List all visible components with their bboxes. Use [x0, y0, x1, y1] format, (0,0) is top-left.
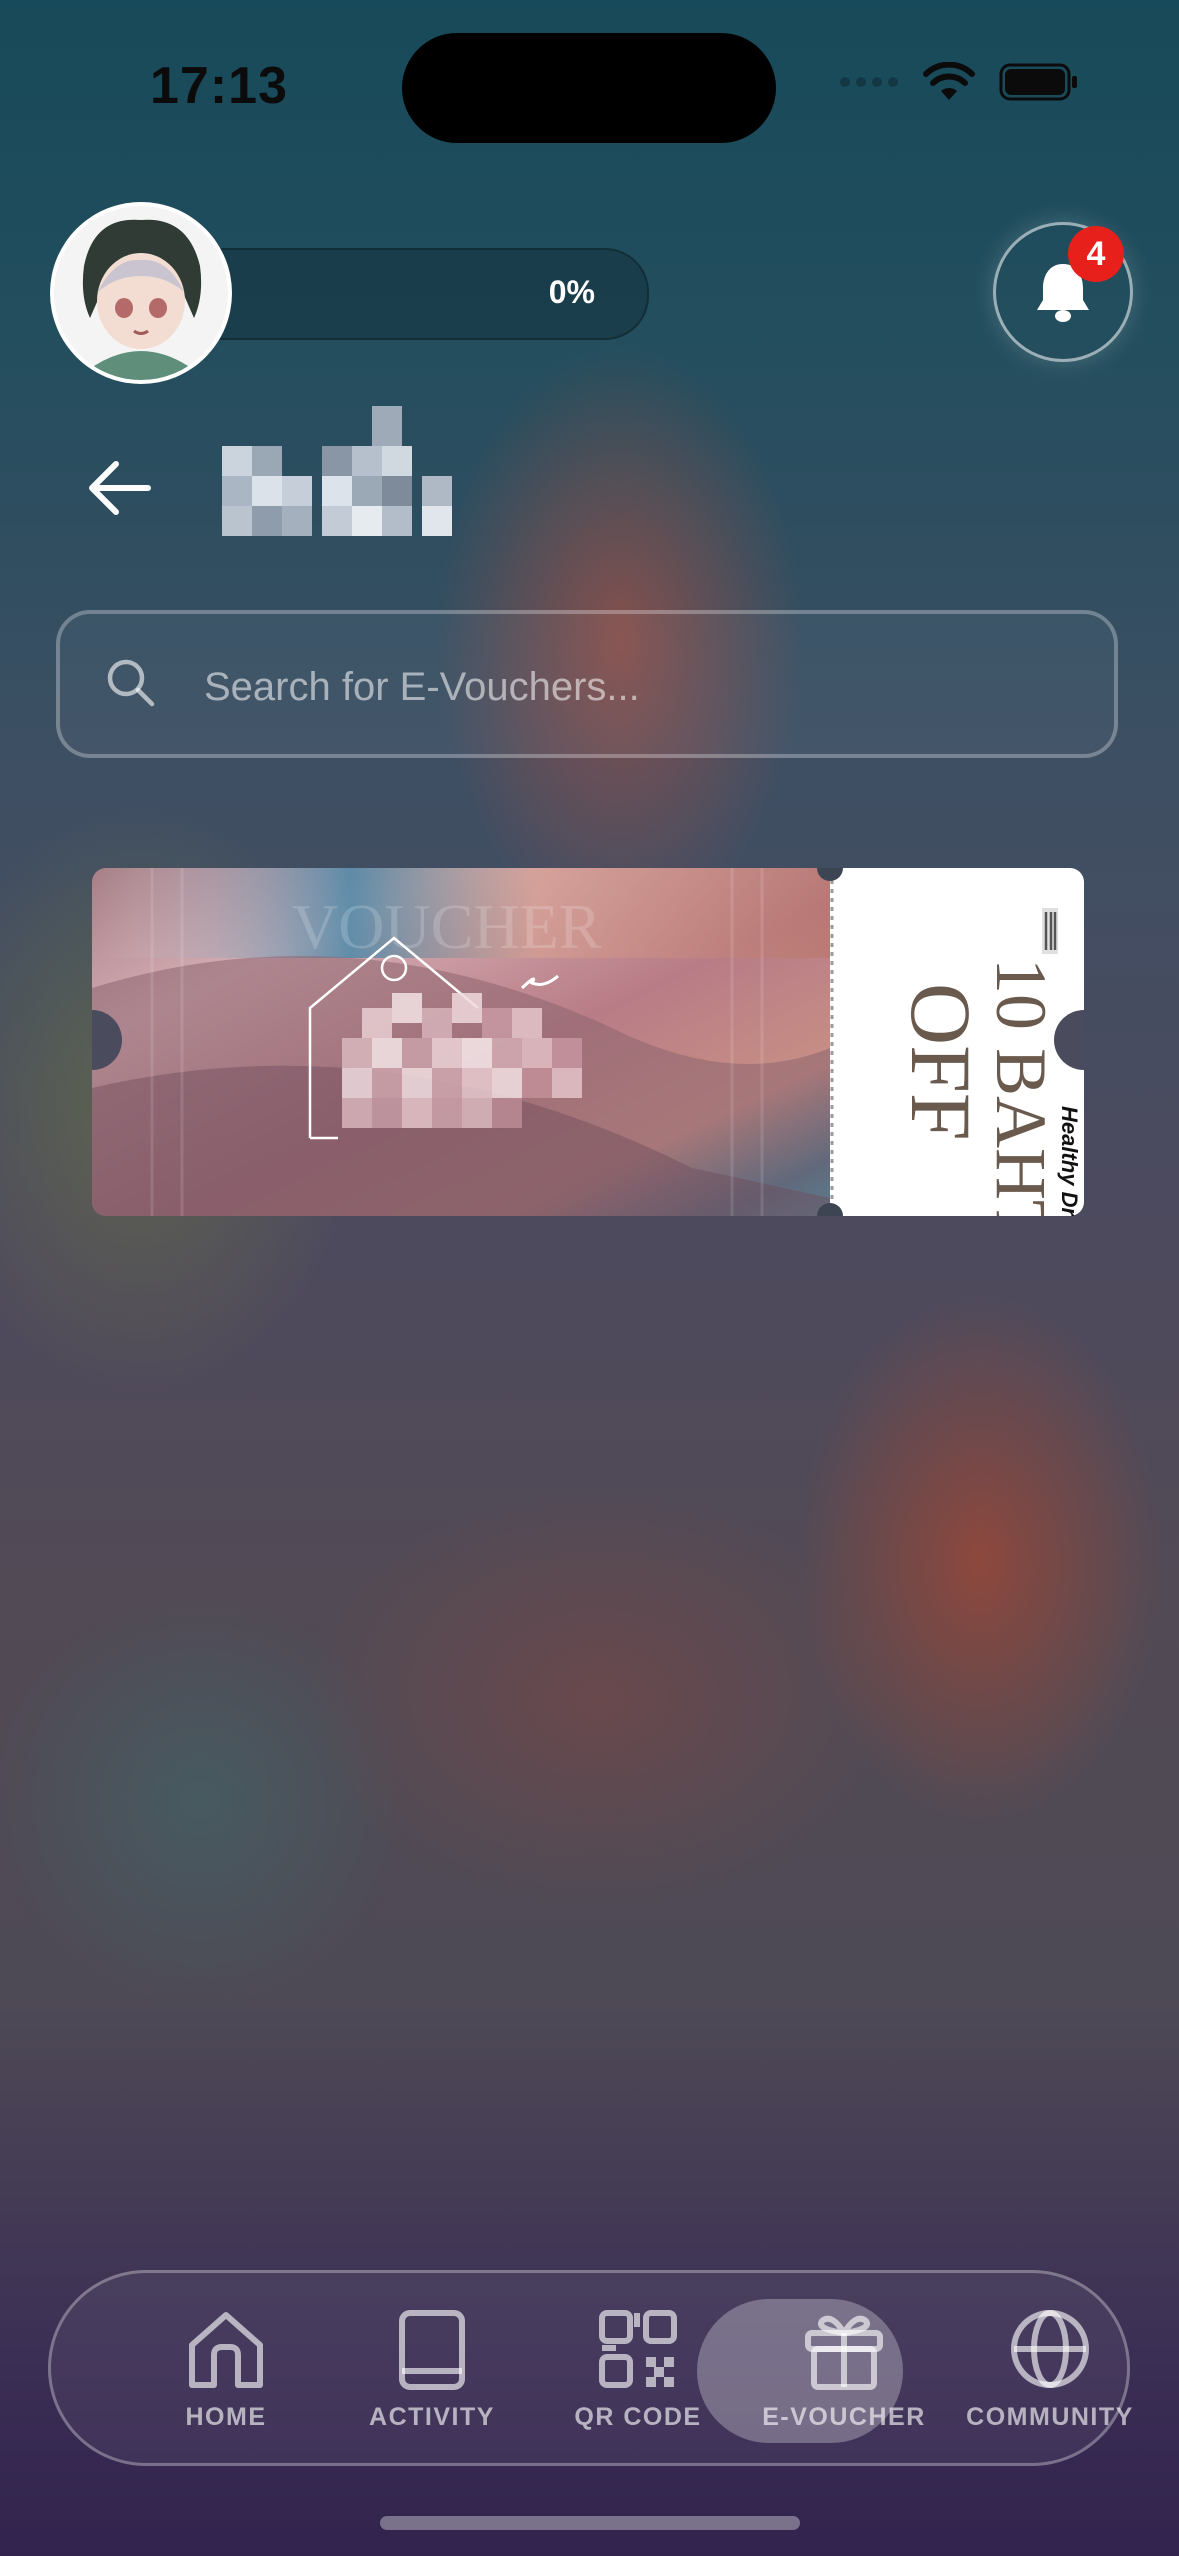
dynamic-island: [402, 33, 776, 143]
pixelated-page-title: [222, 406, 452, 536]
cellular-signal-icon: [840, 77, 898, 87]
globe-icon: [1011, 2310, 1089, 2388]
nav-label-e-voucher: E-VOUCHER: [762, 2403, 926, 2431]
nav-item-qr-code[interactable]: QR CODE: [535, 2273, 741, 2463]
gift-icon: [805, 2315, 883, 2390]
qr-code-icon: [599, 2310, 677, 2388]
arrow-left-icon: [89, 461, 151, 515]
notification-badge: 4: [1068, 226, 1124, 282]
home-icon: [189, 2312, 263, 2388]
nav-item-activity[interactable]: ACTIVITY: [329, 2273, 535, 2463]
nav-label-qr-code: QR CODE: [574, 2403, 702, 2431]
battery-icon: [999, 63, 1077, 101]
status-time: 17:13: [150, 57, 288, 115]
home-indicator: [380, 2516, 800, 2530]
status-icons: [839, 62, 1079, 102]
nav-label-community: COMMUNITY: [966, 2403, 1134, 2431]
voucher-watermark-text: VOUCHER: [292, 891, 602, 962]
nav-label-activity: ACTIVITY: [369, 2403, 495, 2431]
nav-label-home: HOME: [185, 2403, 267, 2431]
search-input[interactable]: [202, 650, 1066, 724]
book-icon: [399, 2310, 465, 2390]
progress-percent: 0%: [548, 274, 595, 310]
voucher-off: OFF: [893, 983, 989, 1141]
nav-item-community[interactable]: COMMUNITY: [947, 2273, 1153, 2463]
nav-item-home[interactable]: HOME: [123, 2273, 329, 2463]
search-bar[interactable]: [56, 610, 1118, 758]
level-progress-bar: 0%: [180, 248, 649, 340]
voucher-card[interactable]: VOUCHER 10 BAHT OFF Healthy Drinks: [62, 855, 1114, 1260]
voucher-amount: 10 BAHT: [981, 958, 1061, 1216]
nav-item-e-voucher[interactable]: E-VOUCHER: [741, 2273, 947, 2463]
voucher-ticket: VOUCHER 10 BAHT OFF Healthy Drinks: [62, 855, 1114, 1260]
wifi-icon: [923, 62, 975, 100]
bottom-nav: HOME ACTIVITY QR CODE E-VOUCHER COMMUNIT…: [48, 2270, 1132, 2466]
search-icon: [107, 659, 155, 707]
avatar[interactable]: [50, 202, 232, 384]
avatar-character-image: [54, 206, 228, 380]
back-button[interactable]: [80, 448, 160, 528]
voucher-merchant: Healthy Drinks: [1057, 1106, 1082, 1216]
